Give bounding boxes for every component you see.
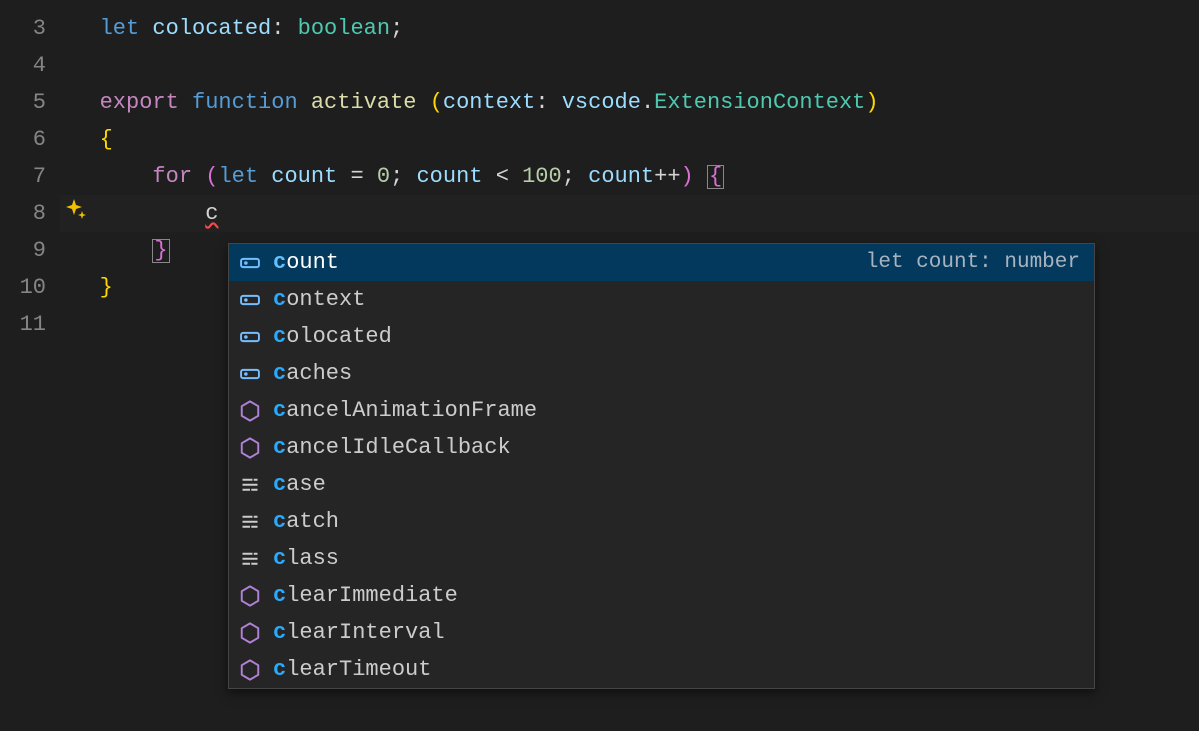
sparkle-icon[interactable]: [64, 197, 88, 221]
intellisense-item-label: clearImmediate: [273, 583, 1086, 608]
line-number: 7: [0, 158, 46, 195]
line-number: 11: [0, 306, 46, 343]
intellisense-item[interactable]: caches: [229, 355, 1094, 392]
intellisense-item[interactable]: class: [229, 540, 1094, 577]
variable-icon: [237, 287, 263, 313]
intellisense-item-label: count: [273, 250, 866, 275]
intellisense-item[interactable]: clearInterval: [229, 614, 1094, 651]
intellisense-item[interactable]: clearImmediate: [229, 577, 1094, 614]
keyword-icon: [237, 546, 263, 572]
intellisense-item[interactable]: catch: [229, 503, 1094, 540]
intellisense-item-label: class: [273, 546, 1086, 571]
method-icon: [237, 435, 263, 461]
intellisense-item-label: catch: [273, 509, 1086, 534]
code-line[interactable]: {: [60, 121, 1199, 158]
method-icon: [237, 620, 263, 646]
intellisense-item[interactable]: case: [229, 466, 1094, 503]
matching-bracket: {: [707, 165, 724, 189]
intellisense-item[interactable]: colocated: [229, 318, 1094, 355]
method-icon: [237, 398, 263, 424]
line-number: 4: [0, 47, 46, 84]
intellisense-item-label: clearTimeout: [273, 657, 1086, 682]
intellisense-item-label: clearInterval: [273, 620, 1086, 645]
intellisense-item-label: cancelAnimationFrame: [273, 398, 1086, 423]
intellisense-item[interactable]: countlet count: number: [229, 244, 1094, 281]
intellisense-item[interactable]: clearTimeout: [229, 651, 1094, 688]
intellisense-item-label: cancelIdleCallback: [273, 435, 1086, 460]
line-number: 5: [0, 84, 46, 121]
intellisense-popup[interactable]: countlet count: number context colocated ca…: [228, 243, 1095, 689]
line-number: 10: [0, 269, 46, 306]
method-icon: [237, 583, 263, 609]
line-number-gutter: 3 4 5 6 7 8 9 10 11: [0, 10, 60, 343]
intellisense-item[interactable]: cancelAnimationFrame: [229, 392, 1094, 429]
code-line[interactable]: [60, 47, 1199, 84]
intellisense-item-label: colocated: [273, 324, 1086, 349]
error-squiggle: c: [205, 201, 218, 226]
line-number: 9: [0, 232, 46, 269]
keyword-icon: [237, 509, 263, 535]
intellisense-item-detail: let count: number: [866, 251, 1086, 274]
intellisense-item-label: context: [273, 287, 1086, 312]
variable-icon: [237, 361, 263, 387]
intellisense-item-label: caches: [273, 361, 1086, 386]
variable-icon: [237, 250, 263, 276]
line-number: 3: [0, 10, 46, 47]
line-number: 6: [0, 121, 46, 158]
intellisense-item[interactable]: cancelIdleCallback: [229, 429, 1094, 466]
code-line-current[interactable]: c: [60, 195, 1199, 232]
intellisense-item[interactable]: context: [229, 281, 1094, 318]
code-line[interactable]: for (let count = 0; count < 100; count++…: [60, 158, 1199, 195]
code-line[interactable]: let colocated: boolean;: [60, 10, 1199, 47]
keyword-icon: [237, 472, 263, 498]
code-line[interactable]: export function activate (context: vscod…: [60, 84, 1199, 121]
line-number: 8: [0, 195, 46, 232]
variable-icon: [237, 324, 263, 350]
method-icon: [237, 657, 263, 683]
intellisense-item-label: case: [273, 472, 1086, 497]
matching-bracket: }: [152, 239, 169, 263]
